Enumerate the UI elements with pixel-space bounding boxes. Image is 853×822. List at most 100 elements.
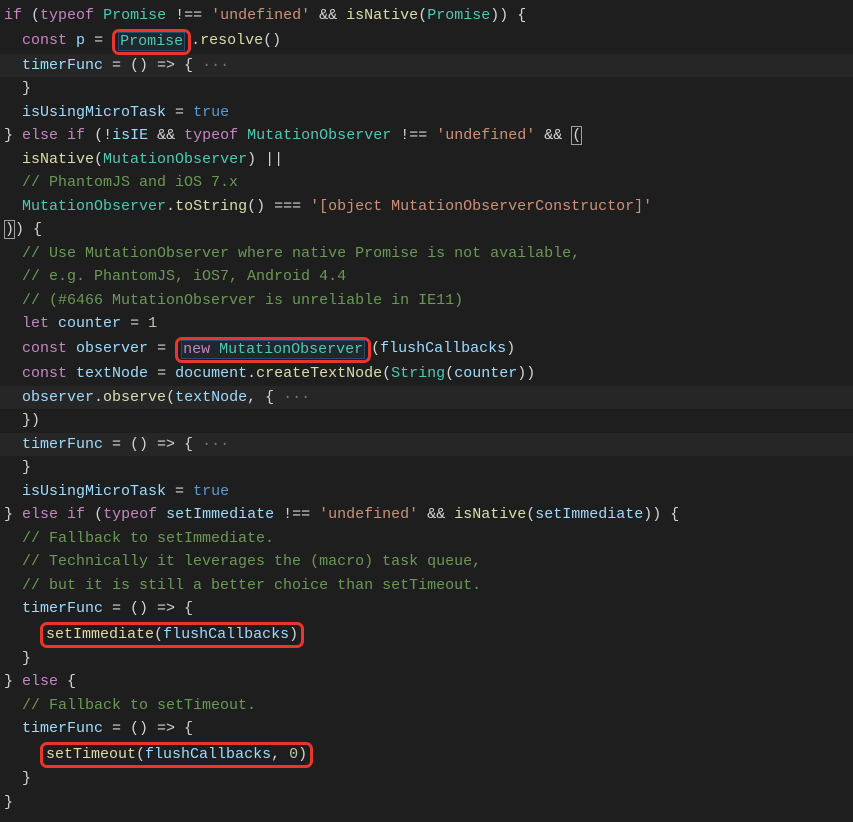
keyword-if: if (67, 506, 85, 523)
type-promise: Promise (120, 33, 183, 50)
var-observer: observer (22, 389, 94, 406)
arrow-fn: () => { (130, 720, 193, 737)
fn-tostring: toString (175, 198, 247, 215)
keyword-new: new (183, 341, 210, 358)
arrow-fn: () => { (130, 436, 193, 453)
arrow-fn: () => { (130, 600, 193, 617)
bool-true: true (193, 483, 229, 500)
fn-resolve: resolve (200, 32, 263, 49)
operator: && (319, 7, 337, 24)
fn-isnative: isNative (346, 7, 418, 24)
comment: // Use MutationObserver where native Pro… (22, 245, 580, 262)
code-line: } else if (!isIE && typeof MutationObser… (0, 124, 853, 148)
string: 'undefined' (436, 127, 535, 144)
code-line: } (0, 791, 853, 815)
code-line: timerFunc = () => { (0, 597, 853, 621)
code-line: // PhantomJS and iOS 7.x (0, 171, 853, 195)
code-line: } (0, 77, 853, 101)
code-line: // (#6466 MutationObserver is unreliable… (0, 289, 853, 313)
code-line: isUsingMicroTask = true (0, 480, 853, 504)
operator: && (427, 506, 445, 523)
highlight-box-mutationobserver: new MutationObserver (175, 337, 371, 363)
fn-isnative: isNative (454, 506, 526, 523)
var-document: document (175, 365, 247, 382)
code-line: }) (0, 409, 853, 433)
keyword-let: let (22, 315, 49, 332)
highlight-box-settimeout: setTimeout(flushCallbacks, 0) (40, 742, 313, 768)
number: 1 (148, 315, 157, 332)
code-line: const p = Promise.resolve() (0, 28, 853, 54)
code-line: timerFunc = () => { (0, 717, 853, 741)
string: 'undefined' (211, 7, 310, 24)
var-isusingmicrotask: isUsingMicroTask (22, 104, 166, 121)
comment: // Fallback to setImmediate. (22, 530, 274, 547)
code-line: const textNode = document.createTextNode… (0, 362, 853, 386)
keyword-if: if (67, 127, 85, 144)
code-line: } (0, 767, 853, 791)
number: 0 (289, 746, 298, 763)
code-line: timerFunc = () => { ··· (0, 433, 853, 457)
var-counter: counter (58, 315, 121, 332)
var-textnode: textNode (175, 389, 247, 406)
code-line: } (0, 456, 853, 480)
keyword-const: const (22, 32, 67, 49)
keyword-typeof: typeof (40, 7, 94, 24)
comment: // but it is still a better choice than … (22, 577, 481, 594)
var-isie: isIE (112, 127, 148, 144)
code-editor[interactable]: if (typeof Promise !== 'undefined' && is… (0, 4, 853, 814)
code-line: )) { (0, 218, 853, 242)
var-p: p (76, 32, 85, 49)
var-textnode: textNode (76, 365, 148, 382)
code-line: } (0, 647, 853, 671)
comment: // (#6466 MutationObserver is unreliable… (22, 292, 463, 309)
fn-setimmediate: setImmediate (46, 626, 154, 643)
var-flushcallbacks: flushCallbacks (163, 626, 289, 643)
bracket-match: ) (4, 220, 15, 239)
fold-ellipsis-icon[interactable]: ··· (193, 436, 229, 453)
var-flushcallbacks: flushCallbacks (145, 746, 271, 763)
var-setimmediate: setImmediate (535, 506, 643, 523)
type-mutationobserver: MutationObserver (103, 151, 247, 168)
code-line: setImmediate(flushCallbacks) (0, 621, 853, 647)
operator: && (157, 127, 175, 144)
code-line: // Use MutationObserver where native Pro… (0, 242, 853, 266)
bool-true: true (193, 104, 229, 121)
code-line: let counter = 1 (0, 312, 853, 336)
comment: // e.g. PhantomJS, iOS7, Android 4.4 (22, 268, 346, 285)
var-flushcallbacks: flushCallbacks (380, 340, 506, 357)
code-line: // Fallback to setTimeout. (0, 694, 853, 718)
highlight-box-promise: Promise (112, 29, 191, 55)
code-line: // Fallback to setImmediate. (0, 527, 853, 551)
var-timerfunc: timerFunc (22, 720, 103, 737)
string: '[object MutationObserverConstructor]' (310, 198, 652, 215)
code-line: isUsingMicroTask = true (0, 101, 853, 125)
code-line: observer.observe(textNode, { ··· (0, 386, 853, 410)
keyword-typeof: typeof (184, 127, 238, 144)
code-line: isNative(MutationObserver) || (0, 148, 853, 172)
code-line: timerFunc = () => { ··· (0, 54, 853, 78)
keyword-else: else (22, 506, 58, 523)
type-string: String (391, 365, 445, 382)
keyword-const: const (22, 340, 67, 357)
cursor-caret: ( (571, 126, 582, 145)
type-promise: Promise (427, 7, 490, 24)
type-mutationobserver: MutationObserver (219, 341, 363, 358)
var-counter: counter (454, 365, 517, 382)
fn-observe: observe (103, 389, 166, 406)
comment: // Technically it leverages the (macro) … (22, 553, 481, 570)
highlight-box-setimmediate: setImmediate(flushCallbacks) (40, 622, 304, 648)
var-isusingmicrotask: isUsingMicroTask (22, 483, 166, 500)
keyword-typeof: typeof (103, 506, 157, 523)
keyword-else: else (22, 127, 58, 144)
keyword-else: else (22, 673, 58, 690)
code-line: } else { (0, 670, 853, 694)
var-setimmediate: setImmediate (166, 506, 274, 523)
fold-ellipsis-icon[interactable]: ··· (274, 389, 310, 406)
code-line: // Technically it leverages the (macro) … (0, 550, 853, 574)
arrow-fn: () => { (130, 57, 193, 74)
var-timerfunc: timerFunc (22, 600, 103, 617)
code-line: if (typeof Promise !== 'undefined' && is… (0, 4, 853, 28)
type-mutationobserver: MutationObserver (247, 127, 391, 144)
comment: // PhantomJS and iOS 7.x (22, 174, 238, 191)
fold-ellipsis-icon[interactable]: ··· (193, 57, 229, 74)
